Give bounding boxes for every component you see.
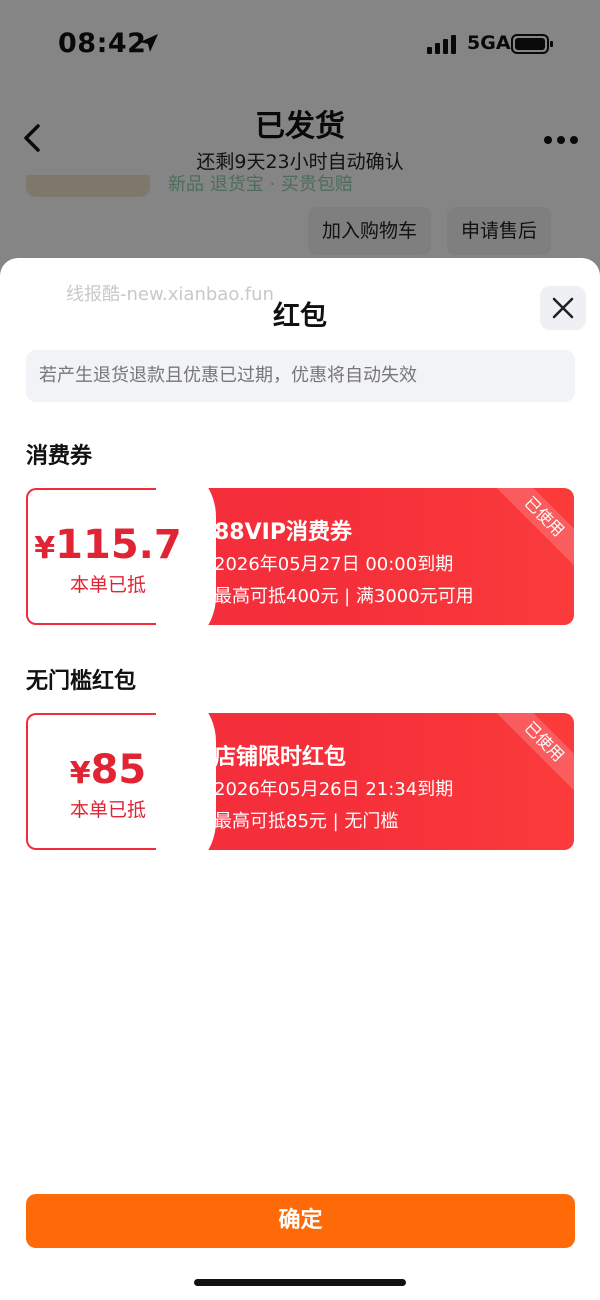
coupon-card[interactable]: ¥115.7 本单已抵 88VIP消费券 2026年05月27日 00:00到期…	[26, 488, 574, 625]
amount-label: 本单已抵	[69, 799, 146, 821]
sheet-title: 红包	[273, 301, 327, 332]
currency-symbol: ¥	[34, 531, 56, 566]
amount-value: 85	[90, 747, 147, 793]
coupon-expiry: 2026年05月26日 21:34到期	[214, 779, 454, 800]
amount-value: 115.7	[55, 522, 182, 568]
coupon-card[interactable]: ¥85 本单已抵 店铺限时红包 2026年05月26日 21:34到期 最高可抵…	[26, 713, 574, 850]
coupon-expiry: 2026年05月27日 00:00到期	[214, 554, 454, 575]
close-icon	[552, 297, 574, 319]
coupon-amount: ¥85	[26, 747, 190, 793]
used-badge: 已使用	[492, 488, 574, 569]
confirm-button[interactable]: 确定	[26, 1194, 575, 1248]
modal-overlay[interactable]	[0, 0, 600, 300]
coupon-name: 店铺限时红包	[214, 745, 347, 770]
used-badge: 已使用	[492, 713, 574, 794]
red-packet-sheet: 线报酷-new.xianbao.fun 红包 若产生退货退款且优惠已过期，优惠将…	[0, 258, 600, 1300]
home-indicator[interactable]	[194, 1279, 406, 1286]
section-title-consumption-voucher: 消费券	[26, 444, 93, 469]
refund-notice: 若产生退货退款且优惠已过期，优惠将自动失效	[26, 350, 575, 402]
coupon-rule: 最高可抵400元 | 满3000元可用	[214, 586, 474, 607]
section-title-no-threshold-red-packet: 无门槛红包	[26, 669, 137, 694]
close-button[interactable]	[540, 286, 586, 330]
coupon-rule: 最高可抵85元 | 无门槛	[214, 811, 399, 832]
currency-symbol: ¥	[69, 756, 91, 791]
coupon-name: 88VIP消费券	[214, 520, 352, 545]
amount-label: 本单已抵	[69, 574, 146, 596]
coupon-amount: ¥115.7	[26, 522, 190, 568]
